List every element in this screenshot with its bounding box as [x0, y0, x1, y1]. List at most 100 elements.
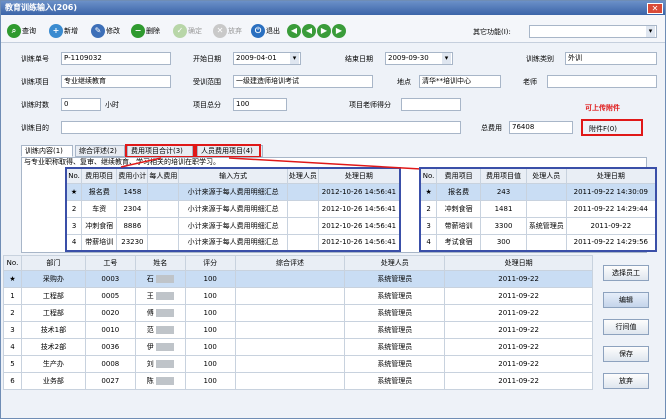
item-label: 训练项目 [21, 78, 49, 86]
col-department: 部门 [20, 255, 86, 271]
table-row[interactable]: 3 带薪培训 3300 系统管理员 2011-09-22 [419, 216, 657, 235]
discard-button[interactable]: ✕ 放弃 [213, 23, 242, 39]
start-date-label: 开始日期 [193, 55, 221, 63]
scope-label: 受训范围 [193, 78, 221, 86]
end-date-field[interactable]: 2009-09-30 [385, 52, 453, 65]
col-cost-item: 费用项目 [81, 167, 118, 184]
person-cost-grid: No. 费用项目 费用项目值 处理人员 处理日期 ★ 报名费 243 2011-09-… [419, 167, 657, 252]
minus-icon: − [131, 24, 145, 38]
col-no: No. [3, 255, 22, 271]
cost-field[interactable]: 76408 [509, 121, 573, 134]
table-row[interactable]: ★ 报名费 1458 小计来源于每人费用明细汇总 2012-10-26 14:56:41 [65, 182, 401, 201]
tab-cost-sum-highlight [125, 144, 195, 158]
cost-sum-grid: No. 费用项目 费用小计 每人费用 输入方式 处理人员 处理日期 ★ 报名费 14… [65, 167, 401, 252]
first-record-icon[interactable]: ◀ [287, 24, 301, 38]
purpose-field[interactable] [61, 121, 461, 134]
table-row[interactable]: ★ 报名费 243 2011-09-22 14:30:09 [419, 182, 657, 201]
cost-sum-header: No. 费用项目 费用小计 每人费用 输入方式 处理人员 处理日期 [65, 167, 401, 184]
confirm-button[interactable]: ✓ 确定 [173, 23, 202, 39]
redacted-name [155, 292, 174, 300]
train-no-field[interactable]: P-1109032 [61, 52, 171, 65]
redacted-name [155, 360, 174, 368]
prev-record-icon[interactable]: ◀ [302, 24, 316, 38]
scope-field[interactable]: 一级建造师培训考试 [233, 75, 373, 88]
discard-button[interactable]: 放弃 [603, 373, 649, 389]
attach-button[interactable]: 附件F(0) [589, 124, 617, 134]
tab-review[interactable]: 综合评述(2) [75, 145, 125, 157]
delete-button[interactable]: − 删除 [131, 23, 160, 39]
cancel-icon: ✕ [213, 24, 227, 38]
add-button[interactable]: + 新增 [49, 23, 78, 39]
table-row[interactable]: 1 工程部 0005 王 100 系统管理员 2011-09-22 [3, 287, 593, 305]
last-record-icon[interactable]: ▶ [332, 24, 346, 38]
col-employee-no: 工号 [84, 255, 136, 271]
hours-field[interactable]: 0 [61, 98, 101, 111]
pencil-icon: ✎ [91, 24, 105, 38]
end-date-label: 结束日期 [345, 55, 373, 63]
table-row[interactable]: 4 技术2部 0036 伊 100 系统管理员 2011-09-22 [3, 338, 593, 356]
total-score-field[interactable]: 100 [233, 98, 287, 111]
table-row[interactable]: 6 业务部 0027 陈 100 系统管理员 2011-09-22 [3, 372, 593, 390]
redacted-name [155, 326, 174, 334]
training-input-window: 教育训练输入(206) ✕ ⌕ 查询 + 新增 ✎ 修改 − 删除 ✓ 确定 ✕ 放弃 ⏻ 退… [0, 0, 666, 419]
save-button[interactable]: 保存 [603, 346, 649, 362]
table-row[interactable]: 5 生产办 0008 刘 100 系统管理员 2011-09-22 [3, 355, 593, 373]
edit-button[interactable]: 编辑 [603, 292, 649, 308]
hours-label: 训练时数 [21, 101, 49, 109]
table-row[interactable]: 3 技术1部 0010 范 100 系统管理员 2011-09-22 [3, 321, 593, 339]
category-label: 训练类别 [526, 55, 554, 63]
redacted-name [155, 309, 174, 317]
row-value-button[interactable]: 行间值 [603, 319, 649, 335]
table-row[interactable]: ★ 采购办 0003 石 100 系统管理员 2011-09-22 [3, 270, 593, 288]
query-button[interactable]: ⌕ 查询 [7, 23, 36, 39]
next-record-icon[interactable]: ▶ [317, 24, 331, 38]
col-cost-item: 费用项目 [436, 167, 482, 184]
other-functions-select[interactable] [529, 25, 657, 38]
category-field[interactable]: 外训 [565, 52, 657, 65]
title-bar: 教育训练输入(206) ✕ [1, 1, 665, 15]
redacted-name [155, 343, 174, 351]
check-icon: ✓ [173, 24, 187, 38]
hours-unit: 小时 [105, 101, 119, 109]
staff-grid: No. 部门 工号 姓名 评分 综合评述 处理人员 处理日期 ★ 采购办 0003 石… [3, 255, 593, 390]
place-field[interactable]: 清华**培训中心 [419, 75, 501, 88]
search-icon: ⌕ [7, 24, 21, 38]
tab-content[interactable]: 训练内容(1) [21, 145, 73, 157]
col-no: No. [419, 167, 438, 184]
item-field[interactable]: 专业继续教育 [61, 75, 171, 88]
teacher-score-field[interactable] [401, 98, 461, 111]
teacher-field[interactable] [547, 75, 657, 88]
table-row[interactable]: 2 车资 2304 小计来源于每人费用明细汇总 2012-10-26 14:56:41 [65, 199, 401, 218]
col-input-mode: 输入方式 [178, 167, 288, 184]
select-staff-button[interactable]: 选择员工 [603, 265, 649, 281]
col-score: 评分 [184, 255, 236, 271]
table-row[interactable]: 4 带薪培训 23230 小计来源于每人费用明细汇总 2012-10-26 14:56:… [65, 233, 401, 252]
col-handler: 处理人员 [525, 167, 567, 184]
toolbar: ⌕ 查询 + 新增 ✎ 修改 − 删除 ✓ 确定 ✕ 放弃 ⏻ 退出 ◀ ◀ ▶ ▶ 其它功能(I)… [1, 15, 665, 43]
exit-button[interactable]: ⏻ 退出 [251, 23, 280, 39]
col-date: 处理日期 [565, 167, 657, 184]
tab-person-cost-highlight [195, 144, 261, 158]
col-no: No. [65, 167, 83, 184]
train-no-label: 训练单号 [21, 55, 49, 63]
staff-header: No. 部门 工号 姓名 评分 综合评述 处理人员 处理日期 [3, 255, 593, 271]
col-handler: 处理人员 [286, 167, 319, 184]
col-per-person: 每人费用 [147, 167, 180, 184]
other-functions-label: 其它功能(I): [473, 28, 511, 36]
col-name: 姓名 [134, 255, 186, 271]
edit-button[interactable]: ✎ 修改 [91, 23, 120, 39]
window-title: 教育训练输入(206) [5, 3, 78, 12]
teacher-label: 老师 [523, 78, 537, 86]
table-row[interactable]: 2 冲刺食宿 1481 2011-09-22 14:29:44 [419, 199, 657, 218]
cost-label: 总费用 [481, 124, 502, 132]
add-icon: + [49, 24, 63, 38]
table-row[interactable]: 4 考试食宿 300 2011-09-22 14:29:56 [419, 233, 657, 252]
table-row[interactable]: 2 工程部 0020 傅 100 系统管理员 2011-09-22 [3, 304, 593, 322]
place-label: 地点 [397, 78, 411, 86]
exit-icon: ⏻ [251, 24, 265, 38]
close-button[interactable]: ✕ [647, 3, 663, 14]
table-row[interactable]: 3 冲刺食宿 8886 小计来源于每人费用明细汇总 2012-10-26 14:56:4… [65, 216, 401, 235]
record-nav: ◀ ◀ ▶ ▶ [287, 23, 347, 39]
start-date-field[interactable]: 2009-04-01 [233, 52, 301, 65]
col-review: 综合评述 [234, 255, 346, 271]
